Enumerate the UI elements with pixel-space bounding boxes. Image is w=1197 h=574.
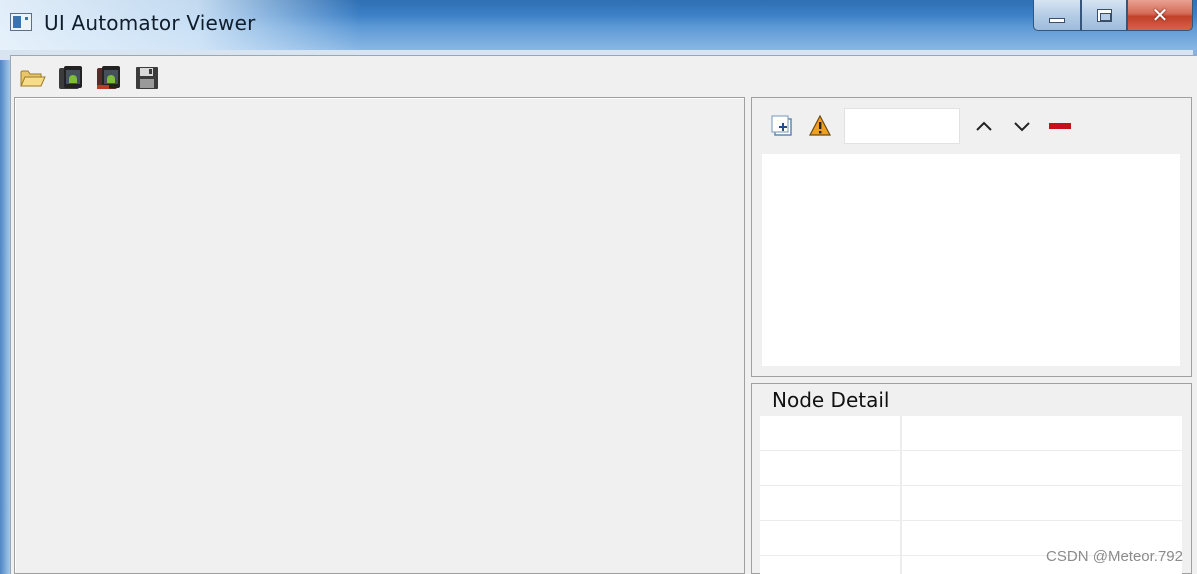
expand-all-icon <box>771 115 792 136</box>
warning-icon <box>809 115 831 136</box>
restore-icon <box>1096 8 1112 22</box>
table-row[interactable] <box>760 451 1182 486</box>
table-row[interactable] <box>760 416 1182 451</box>
previous-match-button[interactable] <box>970 112 998 140</box>
search-input[interactable] <box>844 108 960 144</box>
close-icon: ✕ <box>1151 3 1169 27</box>
node-detail-title: Node Detail <box>770 388 892 412</box>
node-detail-panel: Node Detail <box>751 383 1192 574</box>
open-folder-icon <box>20 70 46 87</box>
clear-search-icon <box>1049 123 1071 129</box>
minimize-icon <box>1049 17 1065 23</box>
device-screenshot-compressed-button[interactable] <box>94 64 124 92</box>
next-match-button[interactable] <box>1008 112 1036 140</box>
table-row[interactable] <box>760 486 1182 521</box>
toggle-nafs-button[interactable] <box>806 112 834 140</box>
title-bar[interactable]: UI Automator Viewer ✕ <box>0 0 1197 50</box>
window-title: UI Automator Viewer <box>44 11 256 35</box>
hierarchy-panel <box>751 97 1192 377</box>
device-screenshot-compressed-icon <box>97 66 120 89</box>
main-toolbar <box>18 64 162 92</box>
save-button[interactable] <box>132 64 162 92</box>
hierarchy-tree[interactable] <box>762 154 1180 366</box>
expand-all-button[interactable] <box>768 112 796 140</box>
device-screenshot-button[interactable] <box>56 64 86 92</box>
watermark: CSDN @Meteor.792 <box>1046 548 1183 565</box>
app-icon <box>10 13 32 31</box>
minimize-button[interactable] <box>1033 0 1081 31</box>
save-icon <box>136 67 158 89</box>
hierarchy-toolbar <box>768 108 1074 144</box>
window-controls: ✕ <box>1033 0 1193 31</box>
chevron-down-icon <box>1014 122 1030 132</box>
chevron-up-icon <box>976 121 992 131</box>
clear-search-button[interactable] <box>1046 112 1074 140</box>
window-frame-left <box>0 60 10 574</box>
open-button[interactable] <box>18 64 48 92</box>
screenshot-panel[interactable] <box>14 97 745 574</box>
device-screenshot-icon <box>59 66 82 89</box>
maximize-button[interactable] <box>1081 0 1127 31</box>
close-button[interactable]: ✕ <box>1127 0 1193 31</box>
